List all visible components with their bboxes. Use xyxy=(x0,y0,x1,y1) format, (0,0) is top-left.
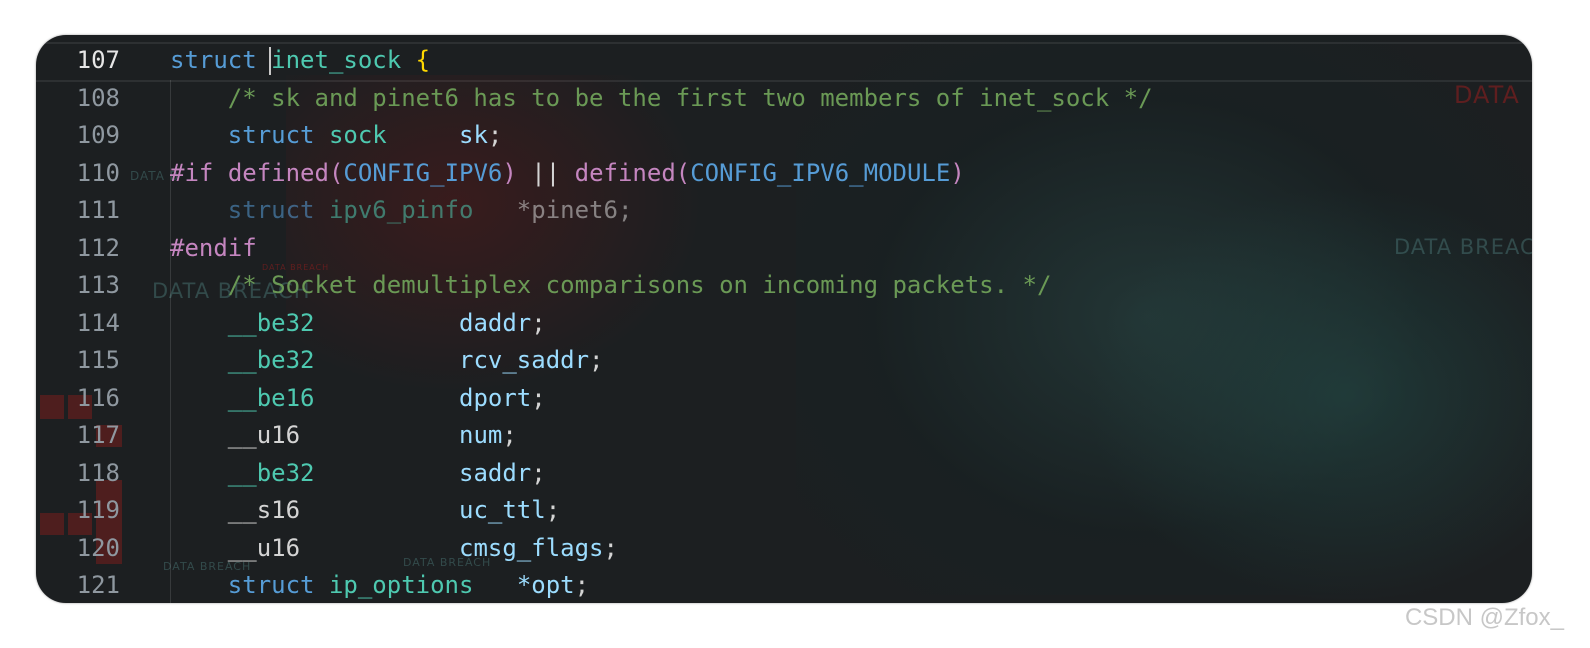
code-token: ; xyxy=(531,308,546,337)
code-token: ; xyxy=(487,121,503,149)
line-source[interactable]: struct ipv6_pinfo *pinet6; xyxy=(170,192,633,230)
code-token: struct xyxy=(170,196,315,224)
code-token: __u16 xyxy=(170,533,301,562)
code-token: /* sk and pinet6 has to be the first two… xyxy=(170,83,1153,112)
code-token: __u16 xyxy=(170,421,301,449)
line-number: 109 xyxy=(76,121,120,149)
code-token: ; xyxy=(574,571,590,599)
code-token: ipv6_pinfo xyxy=(314,196,474,224)
line-source[interactable]: __s16 uc_ttl; xyxy=(170,492,560,530)
code-token: struct xyxy=(170,121,315,149)
code-token: __be16 xyxy=(170,383,315,412)
line-source[interactable]: #if defined(CONFIG_IPV6) || defined(CONF… xyxy=(170,155,965,193)
code-token: cmsg_flags xyxy=(459,533,604,562)
code-token: /* Socket demultiplex comparisons on inc… xyxy=(170,271,1052,299)
line-number: 107 xyxy=(76,46,120,74)
line-source[interactable]: struct inet_sock { xyxy=(170,42,430,80)
line-source[interactable]: struct ip_options *opt; xyxy=(170,567,589,603)
code-token: ; xyxy=(603,533,618,562)
code-token: *opt xyxy=(516,571,575,599)
line-number: 108 xyxy=(76,83,120,112)
code-token: defined xyxy=(574,158,676,187)
line-number: 118 xyxy=(76,458,120,487)
code-token: ; xyxy=(531,383,546,412)
line-number: 113 xyxy=(76,271,120,299)
line-source[interactable]: __u16 num; xyxy=(170,417,517,455)
code-token: ) xyxy=(502,158,517,187)
line-source[interactable]: __u16 cmsg_flags; xyxy=(170,530,618,568)
line-source[interactable]: #endif xyxy=(170,230,257,268)
code-token: CONFIG_IPV6_MODULE xyxy=(690,158,951,187)
line-number: 121 xyxy=(76,571,120,599)
code-token: ip_options xyxy=(314,571,474,599)
line-source[interactable]: /* sk and pinet6 has to be the first two… xyxy=(170,80,1153,118)
code-token: ; xyxy=(531,458,546,487)
line-source[interactable]: __be32 daddr; xyxy=(170,305,546,343)
line-source[interactable]: struct sock sk; xyxy=(170,117,503,155)
code-token: sk xyxy=(459,121,488,149)
code-token: rcv_saddr xyxy=(459,346,590,374)
code-token: { xyxy=(415,46,431,74)
line-source[interactable]: __be32 saddr; xyxy=(170,455,546,493)
line-source[interactable]: __be16 dport; xyxy=(170,380,546,418)
background-label: DATA BREAC xyxy=(1394,235,1532,259)
code-editor[interactable]: DATA B DATA BREAC DATA BREACH DATA DATA … xyxy=(36,35,1532,603)
code-token: inet_sock xyxy=(271,46,402,74)
code-token: #if xyxy=(170,158,214,187)
code-token: || xyxy=(516,158,575,187)
line-number: 115 xyxy=(76,346,120,374)
line-source[interactable]: /* Socket demultiplex comparisons on inc… xyxy=(170,267,1052,305)
line-number: 117 xyxy=(76,421,120,449)
code-token: dport xyxy=(459,383,532,412)
code-token: saddr xyxy=(459,458,532,487)
code-token: struct xyxy=(170,571,315,599)
code-token: ; xyxy=(502,421,517,449)
code-token: *pinet6; xyxy=(473,196,633,224)
line-number: 112 xyxy=(76,233,120,262)
line-number: 111 xyxy=(76,196,120,224)
line-number: 119 xyxy=(76,496,120,524)
code-token: ) xyxy=(950,158,965,187)
code-token: ( xyxy=(675,158,691,187)
watermark: CSDN @Zfox_ xyxy=(1404,604,1564,631)
background-label: DATA xyxy=(1454,81,1520,109)
code-token: defined xyxy=(227,158,329,187)
code-token: __s16 xyxy=(170,496,301,524)
code-token: sock xyxy=(314,121,387,149)
code-token: daddr xyxy=(459,308,532,337)
code-token: struct xyxy=(170,46,257,74)
code-token: ( xyxy=(328,158,344,187)
line-number: 114 xyxy=(76,308,120,337)
code-token: uc_ttl xyxy=(459,496,546,524)
line-number: 116 xyxy=(76,383,120,412)
code-token: __be32 xyxy=(170,458,315,487)
code-token: #endif xyxy=(170,233,257,262)
line-source[interactable]: __be32 rcv_saddr; xyxy=(170,342,604,380)
code-token: ; xyxy=(589,346,604,374)
code-token: __be32 xyxy=(170,308,315,337)
code-token: __be32 xyxy=(170,346,315,374)
code-token: CONFIG_IPV6 xyxy=(343,158,503,187)
code-token: num xyxy=(459,421,503,449)
code-token: ; xyxy=(545,496,561,524)
line-number: 110 xyxy=(76,158,120,187)
line-number: 120 xyxy=(76,533,120,562)
